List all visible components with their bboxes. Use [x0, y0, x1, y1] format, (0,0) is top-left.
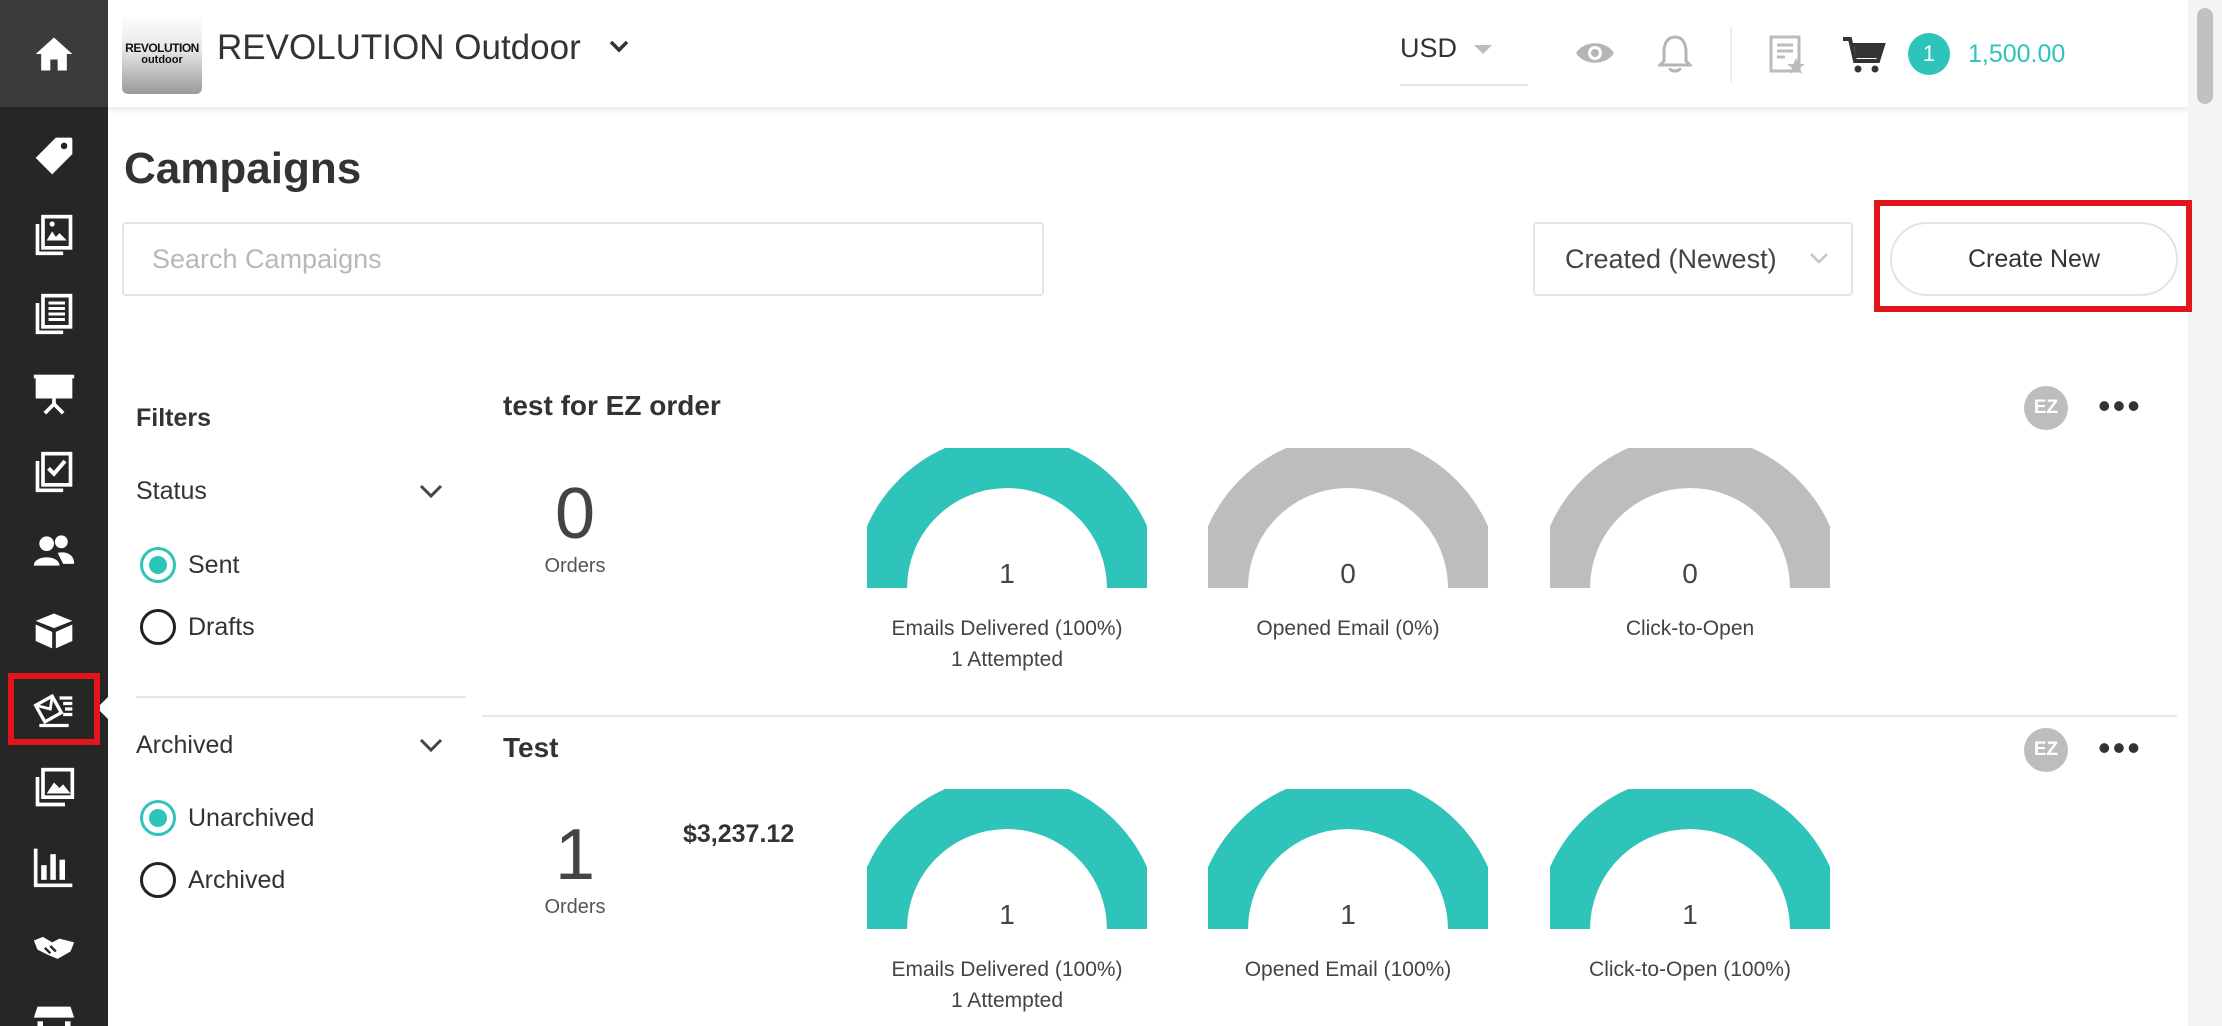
orders-count: 1: [554, 815, 596, 895]
delivered-value: 1: [999, 899, 1015, 930]
opened-label: Opened Email (100%): [1244, 958, 1452, 981]
card-divider: [482, 715, 2177, 717]
top-bar: REVOLUTION outdoor REVOLUTION Outdoor US…: [108, 0, 2188, 107]
currency-caret-icon[interactable]: [1474, 45, 1492, 54]
sort-select-label: Created (Newest): [1565, 243, 1777, 274]
delivered-label: Emails Delivered (100%): [891, 958, 1123, 981]
sidebar-item-partners[interactable]: [0, 906, 108, 985]
owner-avatar: EZ: [2024, 728, 2068, 772]
orders-label: Orders: [544, 555, 606, 577]
header-divider: [1730, 26, 1732, 82]
radio-empty-icon[interactable]: [140, 862, 176, 898]
list-document-icon: [35, 293, 73, 334]
box-icon: [35, 613, 73, 648]
chevron-down-icon: [1810, 253, 1828, 264]
archived-option-unarchived[interactable]: Unarchived: [140, 800, 314, 836]
orders-count: 0: [554, 474, 596, 554]
status-filter-header[interactable]: Status: [136, 477, 207, 506]
cart-icon[interactable]: [1842, 36, 1886, 74]
page-title: Campaigns: [124, 144, 362, 193]
sidebar-item-products[interactable]: [0, 116, 108, 195]
page-scrollbar[interactable]: [2188, 0, 2222, 1026]
click-to-open-value: 1: [1682, 899, 1698, 930]
status-option-sent[interactable]: Sent: [140, 547, 239, 583]
delivered-label: Emails Delivered (100%): [891, 617, 1123, 640]
sidebar-item-home[interactable]: [0, 0, 108, 107]
brand-logo[interactable]: REVOLUTION outdoor: [122, 14, 202, 94]
checklist-icon: [35, 451, 73, 492]
sidebar-item-orders[interactable]: [0, 432, 108, 511]
sidebar-item-reports[interactable]: [0, 827, 108, 906]
radio-selected-icon[interactable]: [140, 800, 176, 836]
radio-selected-icon[interactable]: [140, 547, 176, 583]
sidebar-nav: [0, 0, 108, 1026]
attempted-label: 1 Attempted: [950, 648, 1064, 671]
opened-value: 0: [1340, 558, 1356, 589]
delivered-value: 1: [999, 558, 1015, 589]
sidebar-item-presentations[interactable]: [0, 353, 108, 432]
chevron-down-icon[interactable]: [418, 737, 444, 753]
opened-value: 1: [1340, 899, 1356, 930]
sidebar-highlight-box: [8, 673, 100, 745]
account-balance[interactable]: 1,500.00: [1968, 40, 2065, 69]
bell-icon[interactable]: [1658, 34, 1692, 74]
click-to-open-value: 0: [1682, 558, 1698, 589]
sidebar-item-catalogs[interactable]: [0, 195, 108, 274]
campaign-title[interactable]: Test: [503, 732, 559, 764]
sidebar-item-price-lists[interactable]: [0, 274, 108, 353]
opened-label: Opened Email (0%): [1256, 617, 1440, 640]
bar-chart-icon: [33, 848, 73, 887]
catalog-icon: [35, 214, 73, 255]
archived-filter-header[interactable]: Archived: [136, 731, 233, 760]
attempted-label: 1 Attempted: [950, 989, 1064, 1012]
handshake-icon: [33, 936, 75, 959]
owner-avatar: EZ: [2024, 386, 2068, 430]
price-tag-icon: [35, 137, 73, 174]
campaign-revenue: $3,237.12: [683, 820, 795, 848]
click-to-open-label: Click-to-Open (100%): [1589, 958, 1791, 981]
store-icon: [33, 1006, 75, 1026]
currency-select[interactable]: USD: [1400, 33, 1457, 64]
status-option-drafts[interactable]: Drafts: [140, 609, 255, 645]
chevron-down-icon[interactable]: [608, 38, 630, 54]
home-icon: [35, 37, 73, 70]
radio-empty-icon[interactable]: [140, 609, 176, 645]
sidebar-item-customers[interactable]: [0, 511, 108, 590]
quote-star-icon[interactable]: [1768, 34, 1806, 76]
eye-icon[interactable]: [1574, 38, 1616, 68]
chevron-down-icon[interactable]: [418, 483, 444, 499]
more-options-icon[interactable]: •••: [2098, 388, 2142, 424]
campaign-title[interactable]: test for EZ order: [503, 390, 721, 422]
presentation-icon: [33, 374, 75, 414]
users-icon: [33, 534, 75, 566]
filter-divider: [136, 696, 466, 698]
sidebar-item-store[interactable]: [0, 985, 108, 1026]
sidebar-item-inventory[interactable]: [0, 590, 108, 669]
archived-option-archived[interactable]: Archived: [140, 862, 285, 898]
cart-count-badge[interactable]: 1: [1908, 33, 1950, 75]
filters-title: Filters: [136, 404, 212, 432]
scrollbar-thumb[interactable]: [2197, 8, 2213, 104]
sort-select[interactable]: Created (Newest): [1533, 222, 1853, 296]
image-gallery-icon: [35, 767, 75, 806]
search-input[interactable]: [122, 222, 1044, 296]
sidebar-item-media[interactable]: [0, 748, 108, 827]
more-options-icon[interactable]: •••: [2098, 730, 2142, 766]
click-to-open-label: Click-to-Open: [1625, 617, 1755, 640]
orders-label: Orders: [544, 896, 606, 918]
currency-underline: [1400, 84, 1528, 86]
brand-name[interactable]: REVOLUTION Outdoor: [217, 28, 581, 68]
create-button-highlight-box: [1874, 200, 2192, 312]
